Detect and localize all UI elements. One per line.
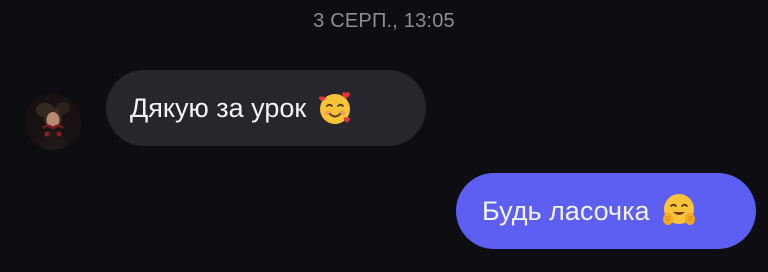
smiling-face-with-hearts-icon <box>316 89 354 127</box>
avatar-photo <box>25 94 81 150</box>
message-timestamp: 3 СЕРП., 13:05 <box>313 10 455 32</box>
sender-avatar[interactable] <box>25 94 81 150</box>
incoming-message-bubble[interactable]: Дякую за урок <box>106 70 426 146</box>
outgoing-message-bubble[interactable]: Будь ласочка <box>456 173 756 249</box>
hugging-face-icon <box>660 192 698 230</box>
incoming-message-text: Дякую за урок <box>130 92 307 123</box>
outgoing-message-text: Будь ласочка <box>482 195 650 226</box>
